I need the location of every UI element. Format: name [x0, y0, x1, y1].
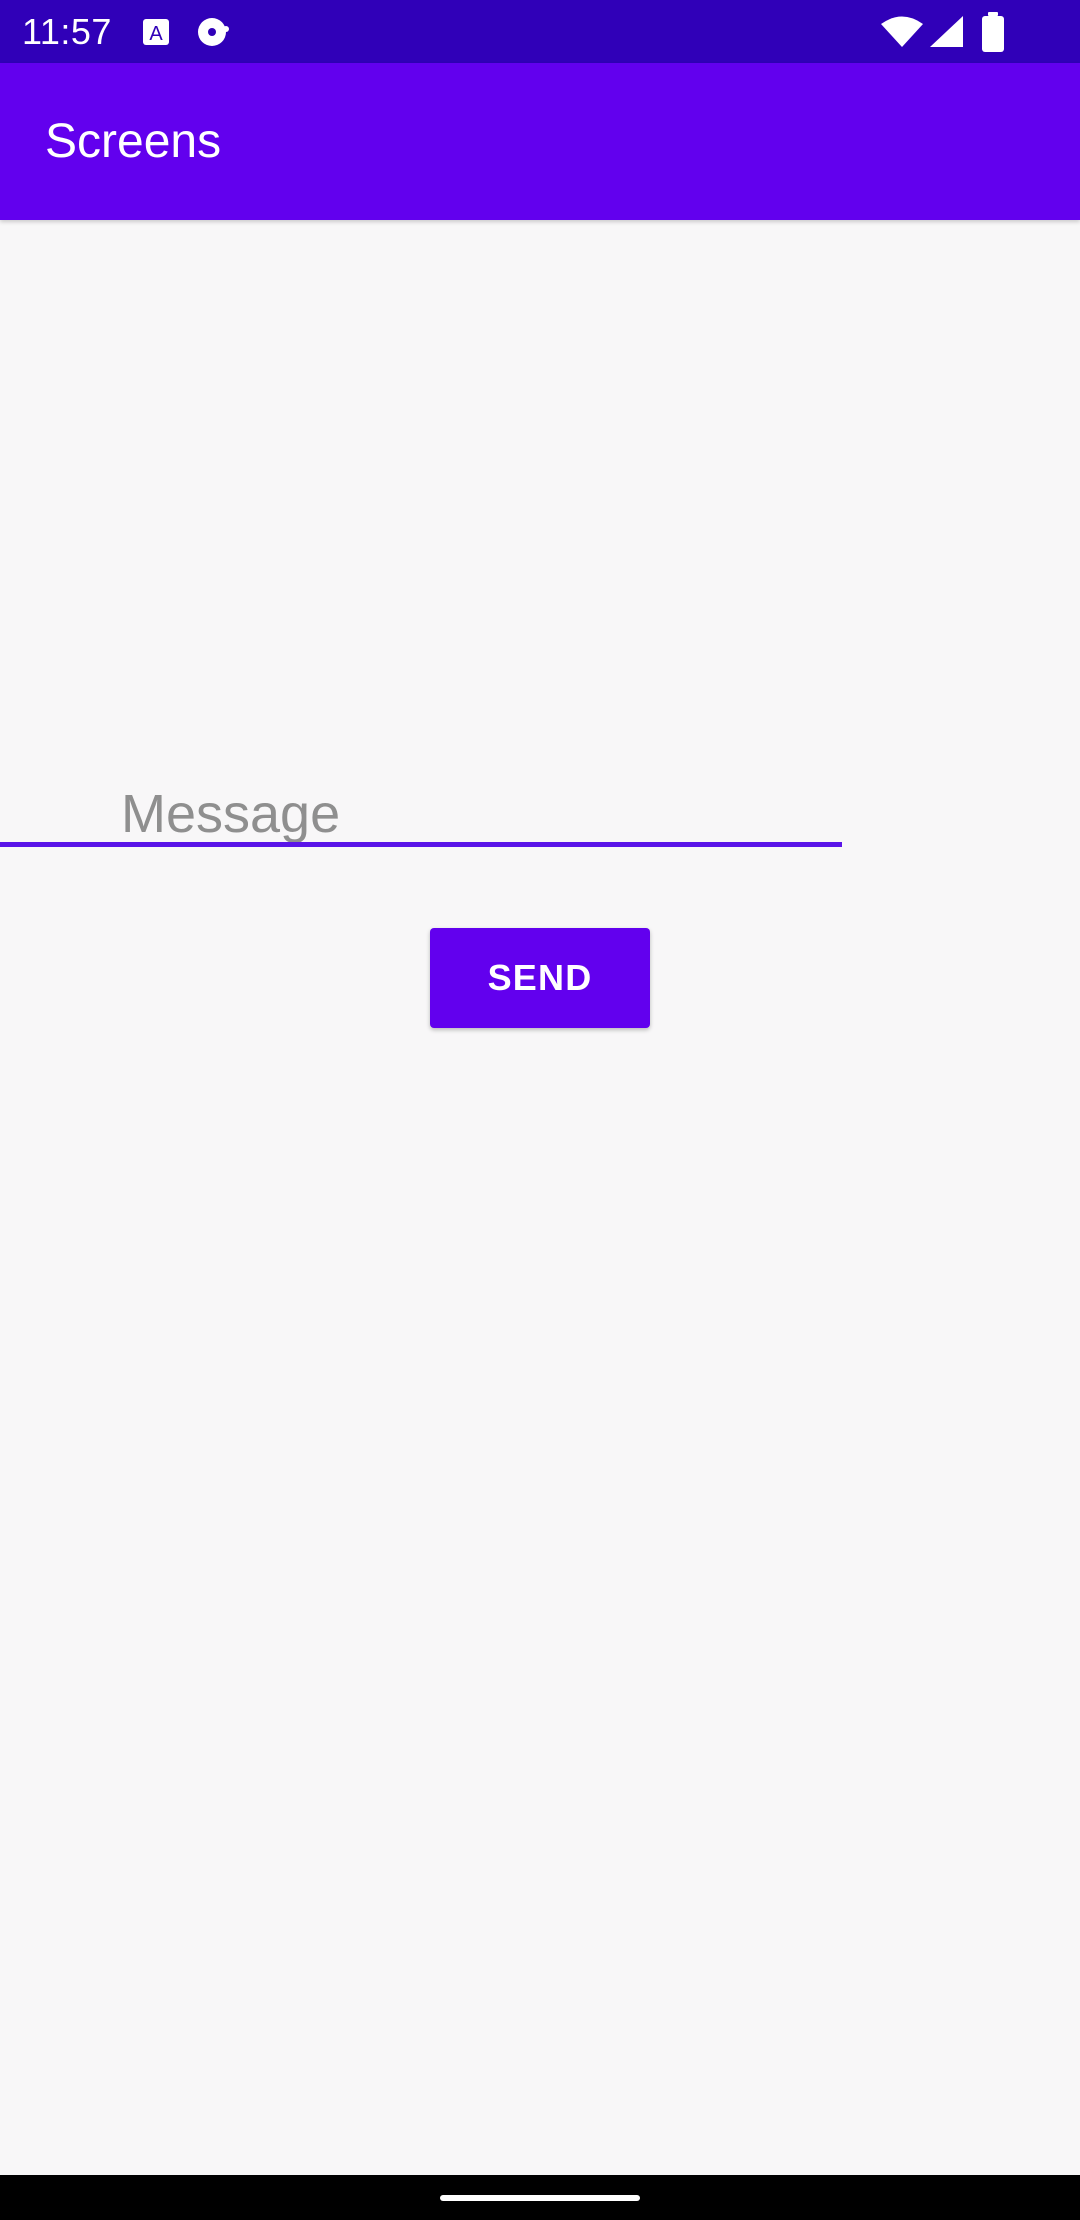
- message-field[interactable]: [119, 760, 961, 870]
- message-field-underline: [0, 842, 842, 847]
- navigation-bar: [0, 2175, 1080, 2220]
- status-time: 11:57: [22, 11, 112, 52]
- send-button[interactable]: SEND: [430, 928, 650, 1028]
- svg-text:A: A: [149, 23, 163, 45]
- status-bar: 11:57 A: [0, 0, 1080, 63]
- main-content: [0, 220, 1080, 2175]
- home-handle-icon[interactable]: [440, 2195, 640, 2201]
- media-disc-icon: [196, 16, 232, 48]
- app-bar: Screens: [0, 63, 1080, 220]
- cellular-signal-icon: [930, 16, 964, 48]
- battery-icon: [982, 12, 1004, 52]
- text-a-icon: A: [142, 18, 170, 46]
- app-title: Screens: [45, 115, 222, 168]
- wifi-icon: [880, 16, 924, 48]
